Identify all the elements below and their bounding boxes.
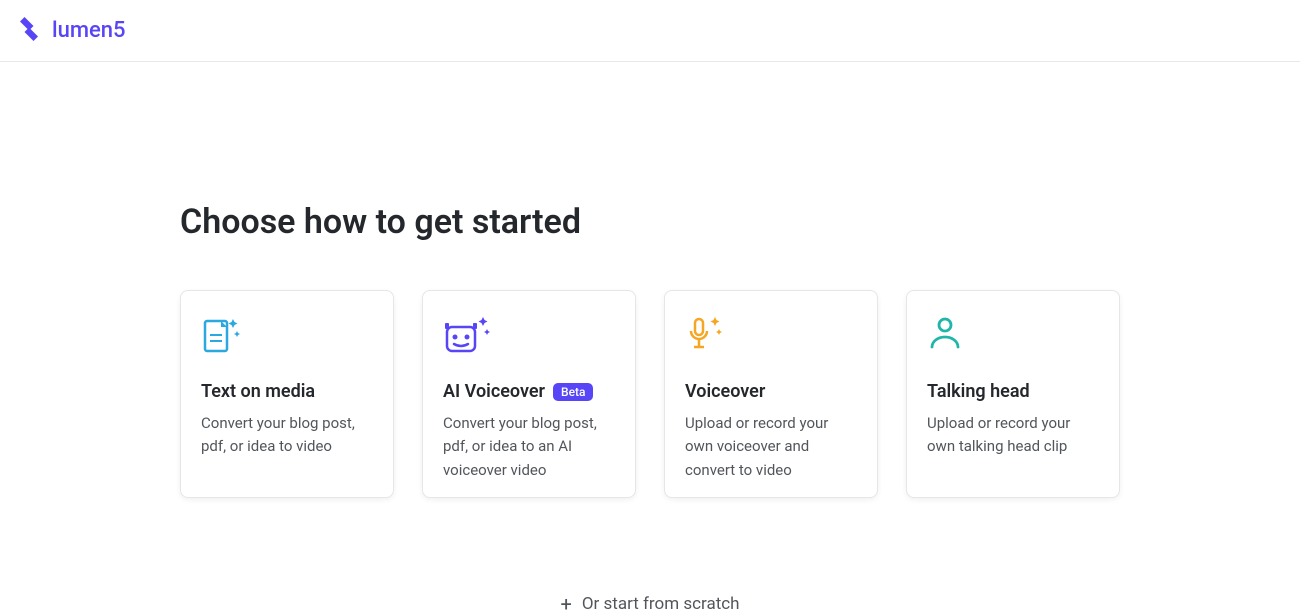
- beta-badge: Beta: [553, 383, 593, 401]
- brand-logo-icon: [14, 14, 44, 48]
- card-title: Text on media: [201, 381, 315, 402]
- content-wrapper: Choose how to get started Text on media: [180, 202, 1120, 616]
- start-from-scratch-label: Or start from scratch: [582, 594, 740, 614]
- option-card-talking-head[interactable]: Talking head Upload or record your own t…: [906, 290, 1120, 498]
- start-from-scratch-button[interactable]: + Or start from scratch: [180, 592, 1120, 616]
- card-title: Voiceover: [685, 381, 765, 402]
- card-title: Talking head: [927, 381, 1030, 402]
- option-cards: Text on media Convert your blog post, pd…: [180, 290, 1120, 498]
- card-title-row: AI Voiceover Beta: [443, 381, 615, 402]
- card-description: Upload or record your own voiceover and …: [685, 412, 857, 482]
- card-description: Upload or record your own talking head c…: [927, 412, 1099, 459]
- microphone-sparkle-icon: [685, 315, 857, 359]
- robot-sparkle-icon: [443, 315, 615, 359]
- app-header: lumen5: [0, 0, 1300, 62]
- option-card-voiceover[interactable]: Voiceover Upload or record your own voic…: [664, 290, 878, 498]
- card-description: Convert your blog post, pdf, or idea to …: [201, 412, 373, 459]
- option-card-text-on-media[interactable]: Text on media Convert your blog post, pd…: [180, 290, 394, 498]
- brand-name: lumen5: [52, 18, 126, 43]
- brand-logo[interactable]: lumen5: [14, 14, 126, 48]
- person-icon: [927, 315, 1099, 359]
- main-content: Choose how to get started Text on media: [0, 62, 1300, 616]
- page-title: Choose how to get started: [180, 202, 1120, 242]
- document-sparkle-icon: [201, 315, 373, 359]
- card-title-row: Text on media: [201, 381, 373, 402]
- card-title-row: Voiceover: [685, 381, 857, 402]
- card-title: AI Voiceover: [443, 381, 545, 402]
- card-title-row: Talking head: [927, 381, 1099, 402]
- option-card-ai-voiceover[interactable]: AI Voiceover Beta Convert your blog post…: [422, 290, 636, 498]
- card-description: Convert your blog post, pdf, or idea to …: [443, 412, 615, 482]
- plus-icon: +: [560, 592, 571, 616]
